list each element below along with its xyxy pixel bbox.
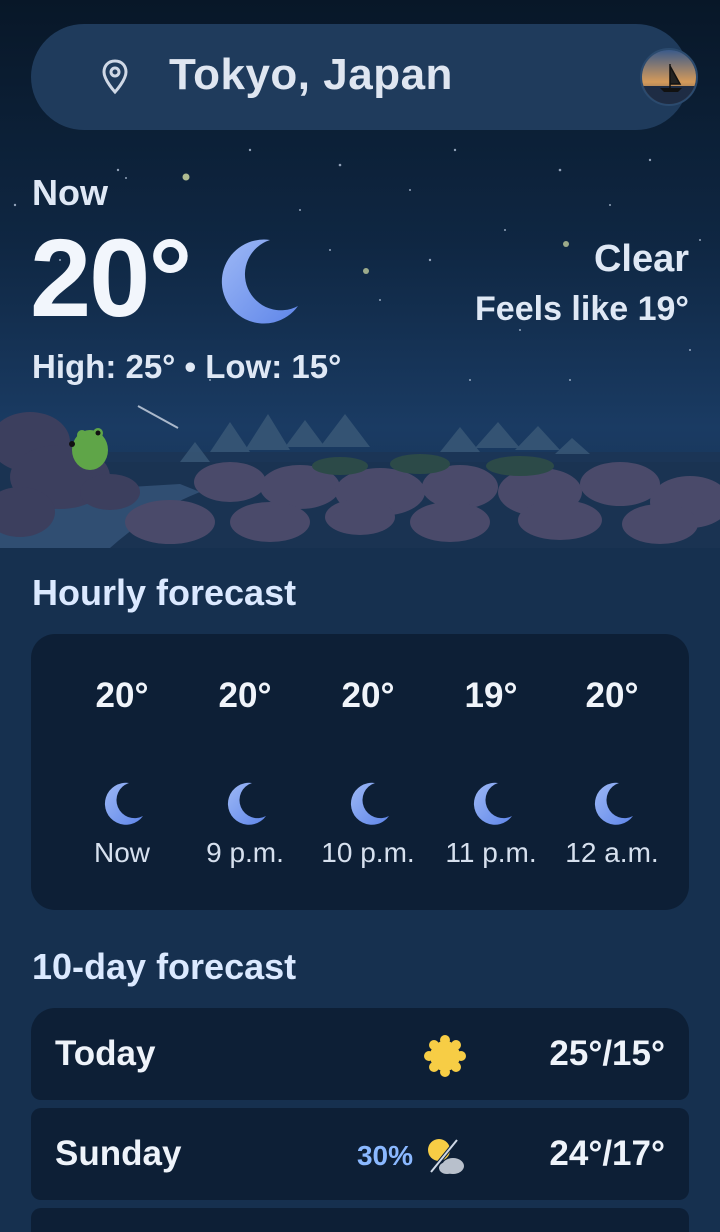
hourly-item: 20° 10 p.m. bbox=[306, 634, 430, 910]
moon-icon bbox=[221, 239, 298, 324]
moon-icon bbox=[345, 780, 391, 826]
current-temperature: 20° bbox=[30, 217, 192, 340]
hourly-forecast-title: Hourly forecast bbox=[32, 572, 297, 613]
location-pin-icon bbox=[102, 59, 128, 95]
hourly-item: 20° Now bbox=[60, 634, 184, 910]
moon-icon bbox=[468, 780, 514, 826]
daily-row[interactable]: Sunday 30% 24°/17° bbox=[31, 1108, 689, 1200]
day-name: Sunday bbox=[55, 1134, 182, 1173]
hero-section: Tokyo, Japan Now 20° Clear Feels like 19… bbox=[0, 0, 720, 548]
condition-text: Clear bbox=[593, 238, 689, 280]
moon-icon bbox=[99, 780, 145, 826]
hourly-temperature: 20° bbox=[585, 676, 639, 715]
feels-like-text: Feels like 19° bbox=[475, 290, 689, 328]
location-name: Tokyo, Japan bbox=[169, 50, 453, 99]
night-landscape-illustration bbox=[0, 405, 720, 548]
partly-cloudy-icon bbox=[423, 1134, 467, 1178]
sun-icon bbox=[423, 1034, 467, 1078]
moon-icon bbox=[222, 780, 268, 826]
hourly-temperature: 20° bbox=[341, 676, 395, 715]
hourly-item: 20° 9 p.m. bbox=[183, 634, 307, 910]
hourly-item: 20° 12 a.m. bbox=[550, 634, 674, 910]
hourly-temperature: 20° bbox=[95, 676, 149, 715]
daily-row-partial[interactable] bbox=[31, 1208, 689, 1232]
day-high-low: 24°/17° bbox=[549, 1134, 665, 1173]
moon-icon bbox=[589, 780, 635, 826]
daily-row[interactable]: Today 25°/15° bbox=[31, 1008, 689, 1100]
hourly-item: 19° 11 p.m. bbox=[429, 634, 553, 910]
location-search-bar[interactable]: Tokyo, Japan bbox=[31, 24, 698, 130]
hourly-time: 12 a.m. bbox=[565, 837, 659, 868]
day-high-low: 25°/15° bbox=[549, 1034, 665, 1073]
now-label: Now bbox=[32, 172, 108, 213]
day-name: Today bbox=[55, 1034, 156, 1073]
high-low-text: High: 25° • Low: 15° bbox=[32, 348, 342, 385]
precipitation-chance: 30% bbox=[356, 1140, 413, 1171]
hourly-temperature: 19° bbox=[464, 676, 518, 715]
hourly-forecast-card[interactable]: 20° Now 20° 9 p.m. 20° 10 p.m. 19° 11 p.m. 20° 12… bbox=[31, 634, 689, 910]
avatar[interactable] bbox=[640, 48, 698, 106]
daily-forecast-title: 10-day forecast bbox=[32, 946, 297, 987]
hourly-temperature: 20° bbox=[218, 676, 272, 715]
